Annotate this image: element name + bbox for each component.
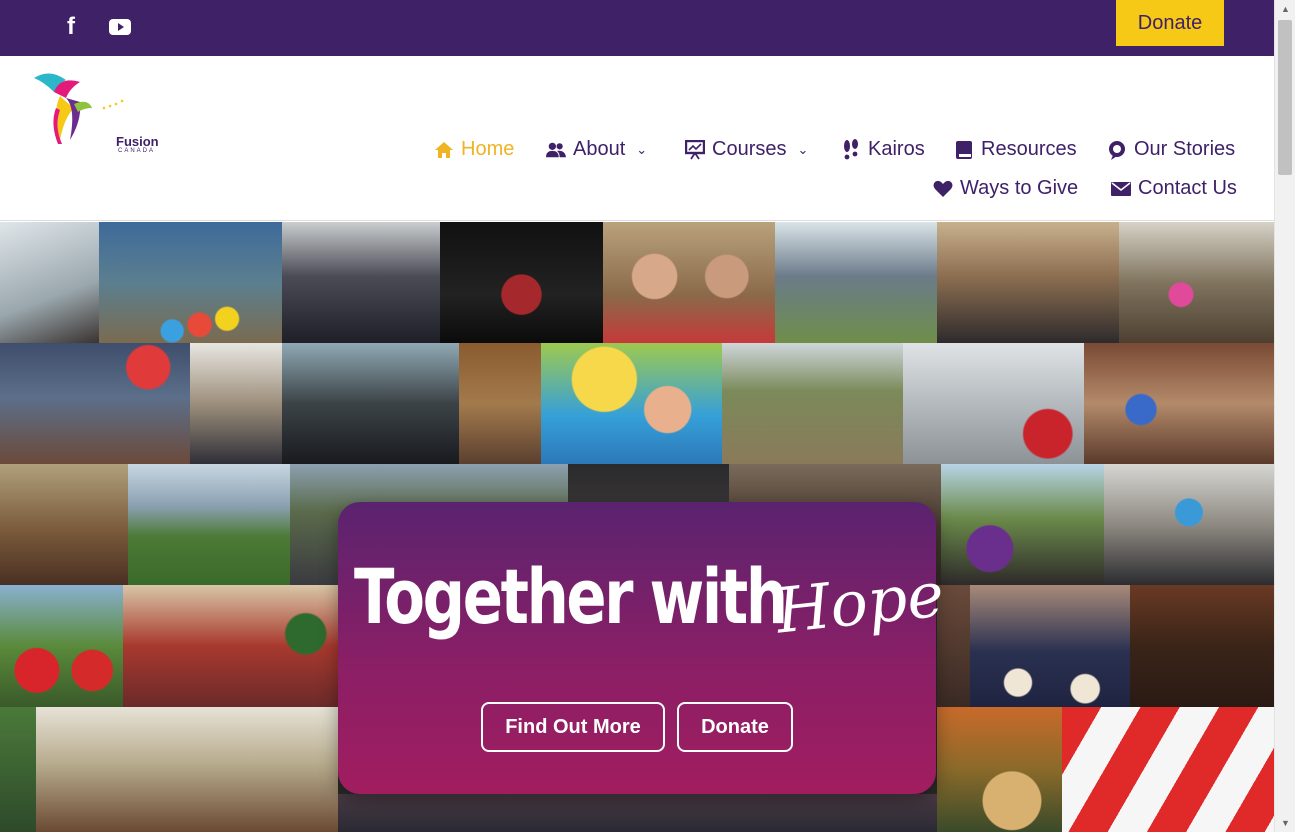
photo-tile [1084,343,1274,464]
nav-courses-label: Courses [712,138,787,160]
top-donate-button[interactable]: Donate [1116,0,1224,46]
photo-tile [0,464,128,585]
photo-tile [282,222,440,343]
nav-about-label: About [573,138,626,160]
nav-courses[interactable]: Courses ⌄ [685,138,808,161]
home-icon [434,140,454,160]
logo-text: Fusion [116,134,159,149]
photo-tile [99,222,282,343]
photo-tile [440,222,603,343]
book-icon [954,140,974,160]
nav-home-label: Home [461,138,515,160]
hero-donate-button[interactable]: Donate [677,702,793,752]
nav-contact-us[interactable]: Contact Us [1111,177,1237,200]
facebook-icon[interactable]: f [58,13,84,40]
photo-tile [1119,222,1274,343]
photo-tile [123,585,338,707]
chevron-down-icon: ⌄ [636,141,648,157]
fusion-canada-logo[interactable]: Fusion CANADA [30,68,159,154]
nav-our-stories-label: Our Stories [1134,138,1236,160]
photo-tile [338,794,937,832]
users-icon [546,140,566,160]
photo-tile [1104,464,1274,585]
scroll-up-arrow-icon[interactable]: ▲ [1275,2,1295,16]
photo-tile [459,343,541,464]
presentation-icon [685,139,705,160]
logo-subtext: CANADA [118,148,156,154]
nav-kairos-label: Kairos [868,138,925,160]
photo-tile [0,585,123,707]
find-out-more-button[interactable]: Find Out More [481,702,665,752]
page-scrollbar[interactable]: ▲ ▼ [1274,0,1295,832]
photo-tile [1130,585,1274,707]
photo-tile [0,222,99,343]
hero-card: Together with Hope Find Out More Donate [338,502,947,794]
photo-tile [903,343,1084,464]
photo-tile [775,222,937,343]
photo-tile [0,343,190,464]
envelope-icon [1111,179,1131,199]
youtube-icon[interactable] [107,14,133,40]
scroll-down-arrow-icon[interactable]: ▼ [1275,816,1295,830]
photo-tile [970,585,1130,707]
chat-bubble-icon [1107,140,1127,160]
heart-icon [933,179,953,199]
photo-tile [722,343,903,464]
photo-tile [128,464,290,585]
chevron-down-icon: ⌄ [797,141,809,157]
photo-tile [937,222,1119,343]
photo-tile [941,464,1104,585]
photo-tile [282,343,459,464]
photo-tile [0,707,36,832]
photo-tile [937,707,1062,832]
nav-contact-us-label: Contact Us [1138,177,1237,199]
hero-script-word: Hope [772,557,948,648]
site-header: Fusion CANADA Home About ⌄ Courses ⌄ Kai… [0,56,1274,221]
nav-resources-label: Resources [981,138,1077,160]
nav-about[interactable]: About ⌄ [546,138,647,161]
nav-our-stories[interactable]: Our Stories [1107,138,1235,161]
photo-tile [190,343,282,464]
photo-tile [36,707,338,832]
nav-ways-to-give-label: Ways to Give [960,177,1079,199]
photo-tile [1062,707,1274,832]
nav-resources[interactable]: Resources [954,138,1077,161]
footprints-icon [841,138,861,160]
photo-tile [541,343,722,464]
nav-ways-to-give[interactable]: Ways to Give [933,177,1078,200]
photo-tile [603,222,775,343]
scrollbar-thumb[interactable] [1278,20,1292,175]
hero-title: Together with [354,552,788,641]
nav-kairos[interactable]: Kairos [841,138,925,161]
nav-home[interactable]: Home [434,138,514,161]
top-bar: f Donate [0,0,1274,56]
